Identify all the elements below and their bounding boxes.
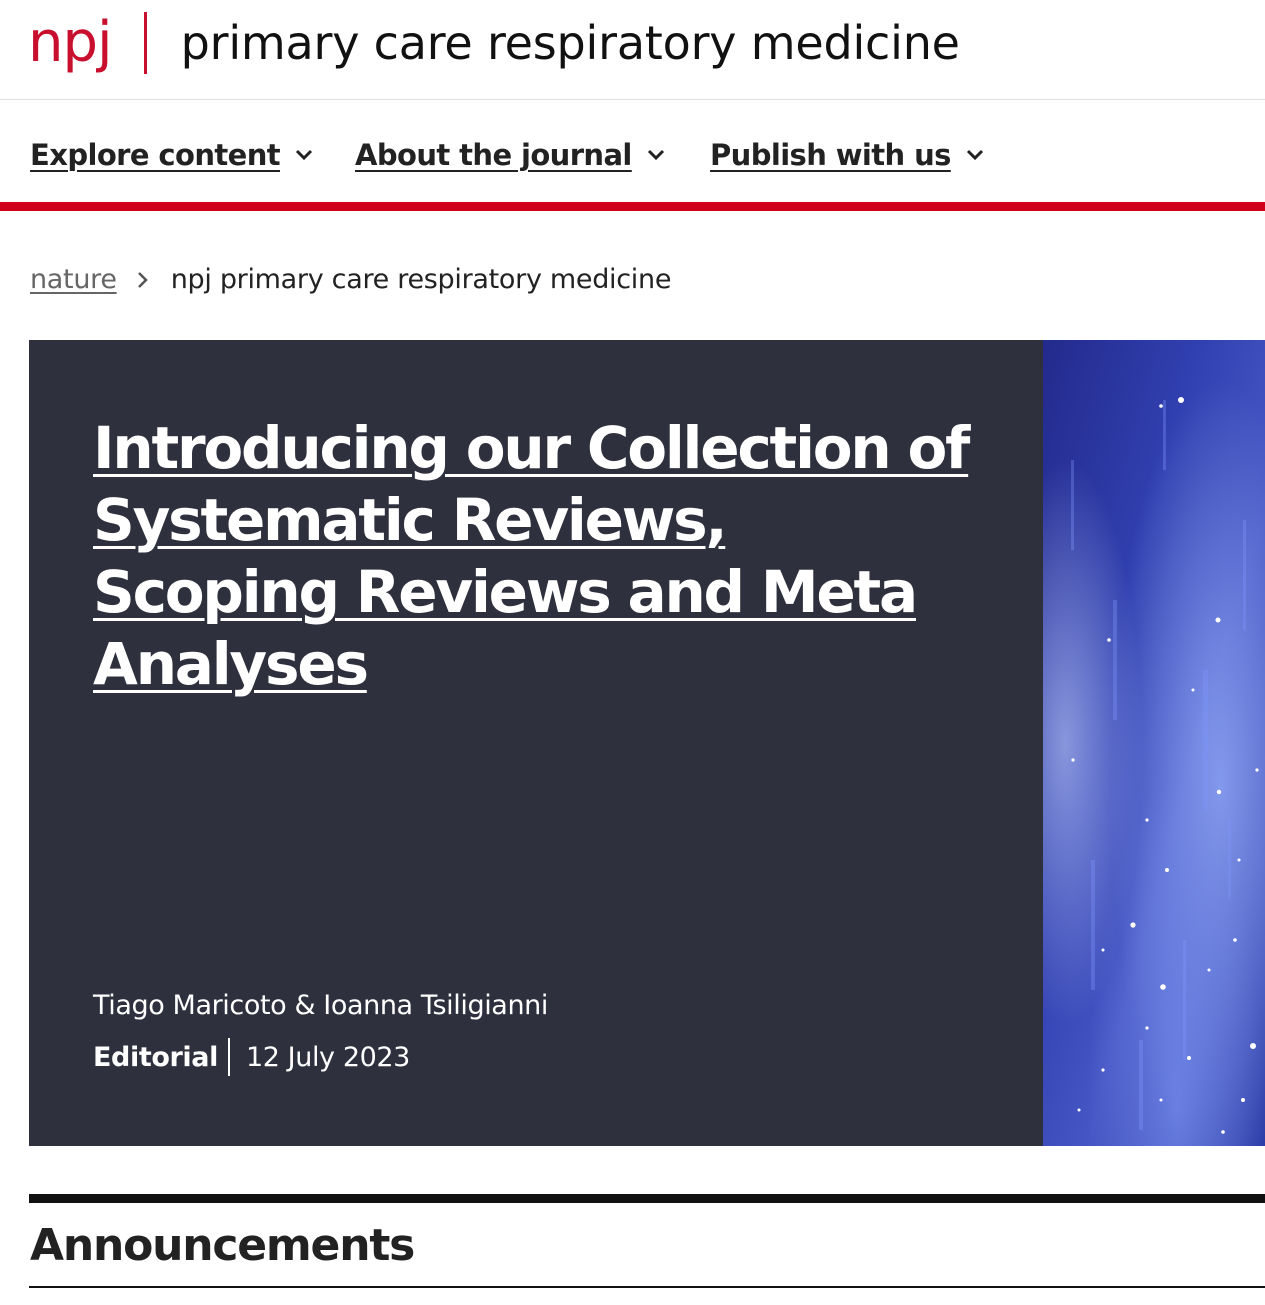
main-nav: Explore content About the journal Publis…	[0, 101, 1265, 211]
hero-authors: Tiago Maricoto & Ioanna Tsiligianni	[93, 990, 548, 1021]
nav-explore-content-label: Explore content	[30, 138, 281, 172]
article-type: Editorial	[93, 1041, 218, 1073]
npj-logo: npj	[28, 10, 113, 75]
chevron-right-icon	[137, 271, 148, 288]
journal-logo-link[interactable]: npj primary care respiratory medicine	[28, 8, 960, 78]
chevron-down-icon	[966, 149, 983, 161]
breadcrumb-current: npj primary care respiratory medicine	[170, 264, 672, 295]
logo-divider	[143, 12, 147, 74]
announcements-top-rule	[29, 1194, 1265, 1203]
hero-cover-image	[1043, 340, 1265, 1146]
nav-explore-content[interactable]: Explore content	[30, 138, 314, 172]
announcements-heading: Announcements	[30, 1220, 415, 1271]
nav-publish-with-us-label: Publish with us	[710, 138, 951, 172]
breadcrumb-nature-link[interactable]: nature	[30, 264, 117, 295]
hero-meta: Editorial 12 July 2023	[93, 1038, 410, 1076]
announcements-bottom-rule	[29, 1286, 1265, 1288]
meta-divider	[227, 1038, 230, 1076]
breadcrumb: nature npj primary care respiratory medi…	[30, 264, 671, 295]
hero-article-link[interactable]: Introducing our Collection of Systematic…	[93, 414, 970, 698]
site-header: npj primary care respiratory medicine	[0, 0, 1265, 100]
journal-title: primary care respiratory medicine	[180, 16, 960, 70]
chevron-down-icon	[647, 149, 664, 161]
nav-about-journal-label: About the journal	[355, 138, 632, 172]
chevron-down-icon	[295, 149, 313, 161]
article-date: 12 July 2023	[245, 1041, 410, 1073]
hero-featured-article: Introducing our Collection of Systematic…	[29, 340, 1265, 1146]
hero-title: Introducing our Collection of Systematic…	[93, 412, 973, 700]
nav-about-journal[interactable]: About the journal	[355, 138, 666, 172]
nav-publish-with-us[interactable]: Publish with us	[710, 138, 985, 172]
